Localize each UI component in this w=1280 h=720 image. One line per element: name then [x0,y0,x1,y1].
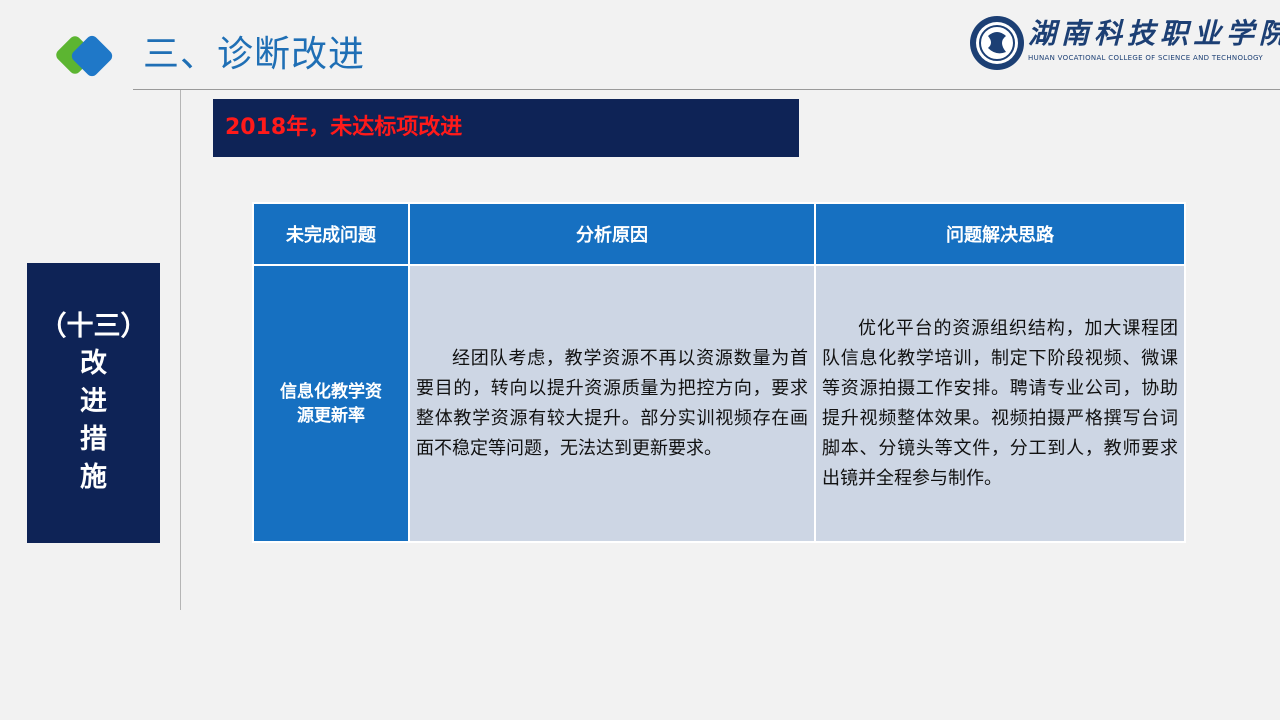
table-header-row: 未完成问题 分析原因 问题解决思路 [252,202,1186,266]
header-solution: 问题解决思路 [814,202,1186,266]
college-english-name: HUNAN VOCATIONAL COLLEGE OF SCIENCE AND … [1028,54,1263,62]
improvement-table: 未完成问题 分析原因 问题解决思路 信息化教学资源更新率 经团队考虑，教学资源不… [252,202,1186,543]
problem-cell: 信息化教学资源更新率 [252,264,410,543]
measure-char: 措 [80,424,107,455]
header-reason: 分析原因 [408,202,816,266]
measure-char: 改 [80,348,107,379]
college-logo: 湖南科技职业学院 HUNAN VOCATIONAL COLLEGE OF SCI… [966,12,1280,74]
solution-text: 优化平台的资源组织结构，加大课程团队信息化教学培训，制定下阶段视频、微课等资源拍… [822,317,1178,489]
reason-cell: 经团队考虑，教学资源不再以资源数量为首要目的，转向以提升资源质量为把控方向，要求… [408,264,816,543]
measure-char: 进 [80,386,107,417]
vertical-divider [180,90,181,610]
measure-label-box: （十三） 改 进 措 施 [27,263,160,543]
college-name: 湖南科技职业学院 [1028,17,1280,50]
solution-cell: 优化平台的资源组织结构，加大课程团队信息化教学培训，制定下阶段视频、微课等资源拍… [814,264,1186,543]
header-divider [133,89,1280,90]
diamond-logo-icon [56,35,113,77]
header-problem: 未完成问题 [252,202,410,266]
college-seal-icon [970,16,1024,70]
measure-char: 施 [80,462,107,493]
reason-text: 经团队考虑，教学资源不再以资源数量为首要目的，转向以提升资源质量为把控方向，要求… [416,347,808,459]
measure-number: （十三） [39,311,148,342]
problem-text: 信息化教学资源更新率 [280,381,382,426]
year-banner: 2018年，未达标项改进 [213,99,799,157]
banner-text: 2018年，未达标项改进 [225,115,463,140]
section-title: 三、诊断改进 [143,34,366,75]
table-row: 信息化教学资源更新率 经团队考虑，教学资源不再以资源数量为首要目的，转向以提升资… [252,264,1186,543]
